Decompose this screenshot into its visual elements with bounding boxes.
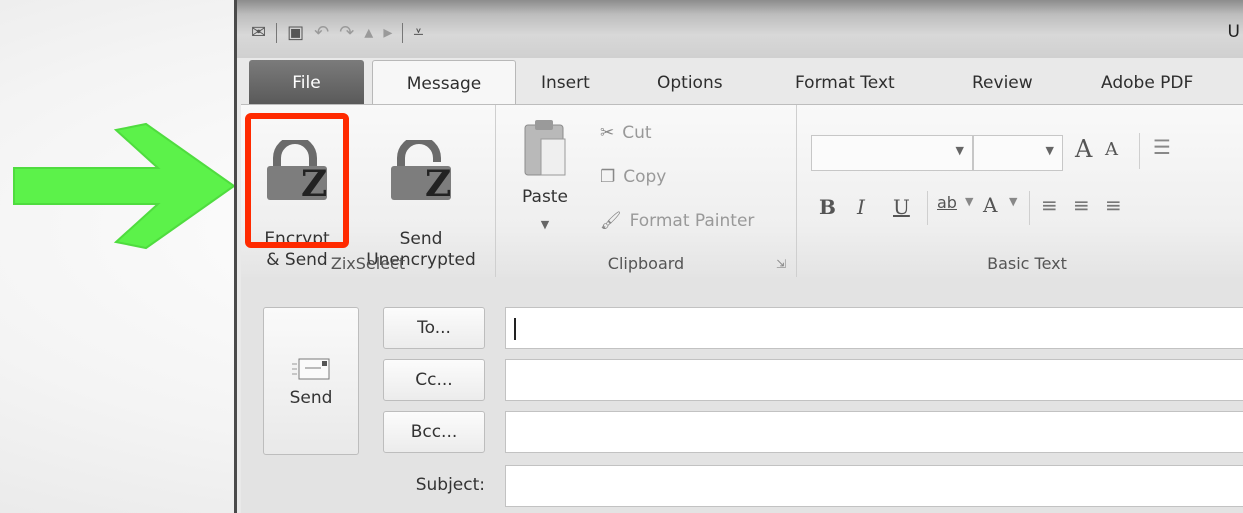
outlook-icon[interactable]: ✉ [251, 22, 266, 44]
separator [927, 191, 928, 225]
title-bar: ✉ ▣ ↶ ↷ ▴ ▸ ⩡ U [237, 0, 1243, 58]
annotation-arrow-icon [13, 122, 236, 250]
font-name-combo[interactable]: ▼ [811, 135, 973, 171]
customize-icon[interactable]: ⩡ [413, 22, 423, 44]
highlight-button[interactable]: ab [937, 193, 957, 212]
tab-file[interactable]: File [249, 60, 364, 104]
window-title: U [1227, 22, 1240, 42]
group-basic-text: ▼ ▼ A A ☰ B I U ab ▼ A ▼ ≡ ≡ ≡ Basic Tex… [797, 105, 1243, 277]
separator [402, 23, 404, 43]
group-label-zixselect: ZixSelect [330, 254, 406, 273]
underline-button[interactable]: U [893, 195, 910, 219]
shrink-font-button[interactable]: A [1105, 139, 1118, 160]
format-painter-button[interactable]: 🖌 Format Painter [600, 211, 754, 231]
envelope-icon [292, 358, 330, 380]
send-label: Send [289, 388, 333, 408]
text-cursor [514, 318, 516, 340]
grow-font-button[interactable]: A [1075, 135, 1092, 163]
subject-field[interactable] [505, 465, 1243, 507]
font-color-button[interactable]: A [983, 193, 997, 217]
paste-label: Paste [522, 187, 568, 207]
undo-icon[interactable]: ↶ [314, 22, 329, 44]
group-label-basic-text: Basic Text [987, 254, 1067, 273]
copy-button[interactable]: ❐ Copy [600, 167, 666, 187]
unlocked-icon: Z [391, 140, 451, 202]
align-left-icon[interactable]: ≡ [1041, 193, 1058, 217]
outlook-compose-window: ✉ ▣ ↶ ↷ ▴ ▸ ⩡ U File Message Insert Opti… [234, 0, 1243, 513]
bcc-button[interactable]: Bcc... [383, 411, 485, 453]
dialog-launcher-icon[interactable]: ⇲ [776, 257, 786, 271]
scissors-icon: ✂ [600, 123, 615, 143]
tab-adobe-pdf[interactable]: Adobe PDF [1101, 60, 1193, 104]
paste-button[interactable]: Paste ▼ [510, 117, 580, 235]
separator [276, 23, 278, 43]
tab-options[interactable]: Options [657, 60, 723, 104]
group-clipboard: Paste ▼ ✂ Cut ❐ Copy 🖌 Format Painter Cl… [496, 105, 797, 277]
chevron-down-icon[interactable]: ▼ [1046, 144, 1054, 157]
clipboard-icon [524, 120, 566, 176]
quick-access-toolbar: ✉ ▣ ↶ ↷ ▴ ▸ ⩡ [251, 22, 424, 44]
align-center-icon[interactable]: ≡ [1073, 193, 1090, 217]
align-right-icon[interactable]: ≡ [1105, 193, 1122, 217]
chevron-down-icon[interactable]: ▼ [956, 144, 964, 157]
up-arrow-icon[interactable]: ▴ [364, 22, 373, 44]
save-icon[interactable]: ▣ [287, 22, 304, 44]
tab-message[interactable]: Message [372, 60, 516, 106]
bullets-icon[interactable]: ☰ [1153, 135, 1171, 159]
send-unencrypted-button[interactable]: Z Send Unencrypted [355, 119, 487, 271]
italic-button[interactable]: I [857, 195, 865, 219]
paintbrush-icon: 🖌 [600, 211, 622, 231]
bold-button[interactable]: B [819, 195, 836, 219]
copy-icon: ❐ [600, 167, 616, 187]
format-painter-label: Format Painter [629, 211, 755, 231]
ribbon: Z Encrypt & Send Z Send Unencrypted ZixS… [241, 104, 1243, 278]
tab-format-text[interactable]: Format Text [795, 60, 895, 104]
cut-label: Cut [622, 123, 652, 143]
font-size-combo[interactable]: ▼ [973, 135, 1063, 171]
cc-field[interactable] [505, 359, 1243, 401]
tab-review[interactable]: Review [972, 60, 1033, 104]
to-button[interactable]: To... [383, 307, 485, 349]
down-arrow-icon[interactable]: ▸ [383, 22, 392, 44]
separator [1029, 191, 1030, 225]
compose-header: Send To... Cc... Bcc... Subject: [241, 277, 1243, 513]
chevron-down-icon[interactable]: ▼ [1009, 195, 1017, 208]
send-button[interactable]: Send [263, 307, 359, 455]
svg-text:Z: Z [425, 163, 451, 202]
copy-label: Copy [623, 167, 667, 187]
separator [1139, 133, 1140, 169]
group-label-clipboard: Clipboard [607, 254, 685, 273]
highlight-box [245, 113, 349, 248]
paste-dropdown-icon[interactable]: ▼ [510, 214, 580, 235]
chevron-down-icon[interactable]: ▼ [965, 195, 973, 208]
cc-button[interactable]: Cc... [383, 359, 485, 401]
cut-button[interactable]: ✂ Cut [600, 123, 652, 143]
bcc-field[interactable] [505, 411, 1243, 453]
to-field[interactable] [505, 307, 1243, 349]
ribbon-tabs: File Message Insert Options Format Text … [237, 60, 1243, 106]
group-zixselect: Z Encrypt & Send Z Send Unencrypted ZixS… [241, 105, 496, 277]
subject-label: Subject: [415, 475, 485, 495]
tab-insert[interactable]: Insert [541, 60, 590, 104]
redo-icon[interactable]: ↷ [339, 22, 354, 44]
